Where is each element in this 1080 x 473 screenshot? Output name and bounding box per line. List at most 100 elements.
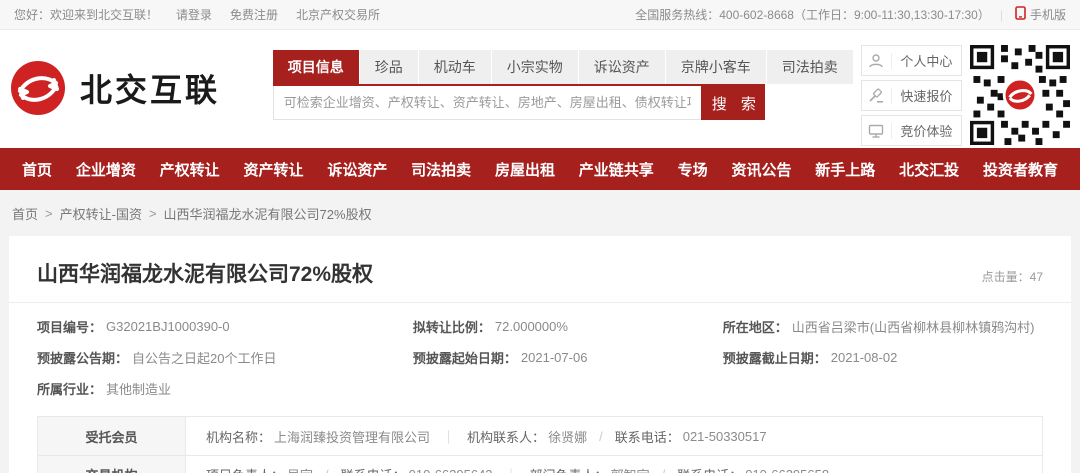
field-industry: 所属行业： 其他制造业 <box>37 373 413 404</box>
bidding-demo-label: 竞价体验 <box>892 121 961 140</box>
cell-value: 徐贤娜 <box>548 427 587 446</box>
table-row-trading-institution: 交易机构 项目负责人： 吴宇 / 联系电话： 010-66295643 ｜ 部门… <box>38 455 1042 473</box>
cell-value: 010-66295643 <box>409 467 493 473</box>
tab-vehicles[interactable]: 机动车 <box>418 50 491 84</box>
breadcrumb-separator: > <box>149 206 157 221</box>
nav-equity-transfer[interactable]: 产权转让 <box>160 159 220 180</box>
field-value: 其他制造业 <box>106 379 171 398</box>
view-count-label: 点击量： <box>982 270 1030 284</box>
logo-icon <box>10 60 66 116</box>
tab-litigation-assets[interactable]: 诉讼资产 <box>578 50 665 84</box>
field-value: 自公告之日起20个工作日 <box>132 348 276 367</box>
tab-treasures[interactable]: 珍品 <box>359 50 418 84</box>
cell-separator: / <box>325 467 329 473</box>
monitor-icon <box>862 123 892 139</box>
cell-label: 机构联系人： <box>467 427 545 446</box>
cell-label: 联系电话： <box>341 465 406 473</box>
hotline-number: 400-602-8668 <box>719 8 794 22</box>
field-label: 所在地区： <box>723 317 788 336</box>
row-header: 交易机构 <box>38 456 186 473</box>
personal-center-label: 个人中心 <box>892 51 961 70</box>
field-label: 预披露截止日期： <box>723 348 827 367</box>
nav-announcements[interactable]: 资讯公告 <box>731 159 791 180</box>
tab-judicial-auction[interactable]: 司法拍卖 <box>766 50 853 84</box>
breadcrumb-category[interactable]: 产权转让-国资 <box>60 204 142 223</box>
work-hours: （工作日：9:00-11:30,13:30-17:30） <box>794 6 990 23</box>
personal-center-button[interactable]: 个人中心 <box>861 45 962 76</box>
field-start-date: 预披露起始日期： 2021-07-06 <box>413 342 723 373</box>
breadcrumb-home[interactable]: 首页 <box>12 204 38 223</box>
cell-value: 010-66295658 <box>745 467 829 473</box>
search-tab-strip: 项目信息 珍品 机动车 小宗实物 诉讼资产 京牌小客车 司法拍卖 <box>273 50 765 86</box>
exchange-link[interactable]: 北京产权交易所 <box>296 6 380 23</box>
project-fields: 项目编号： G32021BJ1000390-0 拟转让比例： 72.000000… <box>9 303 1071 410</box>
nav-house-rental[interactable]: 房屋出租 <box>495 159 555 180</box>
cell-separator: / <box>662 467 666 473</box>
login-link[interactable]: 请登录 <box>176 6 212 23</box>
project-detail-card: 山西华润福龙水泥有限公司72%股权 点击量：47 项目编号： G32021BJ1… <box>9 236 1071 473</box>
cell-label: 联系电话： <box>615 427 680 446</box>
page-title: 山西华润福龙水泥有限公司72%股权 <box>37 258 373 288</box>
cell-value: 吴宇 <box>287 465 313 473</box>
cell-value: 021-50330517 <box>683 429 767 444</box>
nav-beginner-guide[interactable]: 新手上路 <box>815 159 875 180</box>
gavel-icon <box>862 88 892 104</box>
field-value: 2021-08-02 <box>831 350 898 365</box>
nav-special-sessions[interactable]: 专场 <box>678 159 708 180</box>
field-label: 所属行业： <box>37 379 102 398</box>
main-nav: 首页 企业增资 产权转让 资产转让 诉讼资产 司法拍卖 房屋出租 产业链共享 专… <box>0 148 1080 190</box>
field-label: 预披露起始日期： <box>413 348 517 367</box>
cell-separator: / <box>599 429 603 444</box>
field-location: 所在地区： 山西省吕梁市(山西省柳林县柳林镇鸦沟村) <box>723 311 1053 342</box>
search-input[interactable] <box>273 86 701 120</box>
field-value: 山西省吕梁市(山西省柳林县柳林镇鸦沟村) <box>792 317 1035 336</box>
breadcrumb-separator: > <box>45 206 53 221</box>
field-value: 2021-07-06 <box>521 350 588 365</box>
breadcrumb: 首页 > 产权转让-国资 > 山西华润福龙水泥有限公司72%股权 <box>0 190 1080 236</box>
nav-bjhl-invest[interactable]: 北交汇投 <box>899 159 959 180</box>
field-announcement-period: 预披露公告期： 自公告之日起20个工作日 <box>37 342 413 373</box>
quick-quote-button[interactable]: 快速报价 <box>861 80 962 111</box>
nav-litigation-assets[interactable]: 诉讼资产 <box>327 159 387 180</box>
divider: | <box>1000 8 1003 22</box>
field-label: 预披露公告期： <box>37 348 128 367</box>
cell-label: 项目负责人： <box>206 465 284 473</box>
qr-code <box>970 45 1070 145</box>
search-button[interactable]: 搜 索 <box>701 86 765 120</box>
brand-name: 北交互联 <box>80 65 220 111</box>
brand-logo[interactable]: 北交互联 <box>10 42 273 116</box>
cell-value: 郭智宇 <box>611 465 650 473</box>
row-header: 受托会员 <box>38 417 186 455</box>
nav-judicial-auction[interactable]: 司法拍卖 <box>411 159 471 180</box>
cell-label: 联系电话： <box>677 465 742 473</box>
nav-investor-education[interactable]: 投资者教育 <box>983 159 1058 180</box>
tab-beijing-plate-cars[interactable]: 京牌小客车 <box>665 50 766 84</box>
register-link[interactable]: 免费注册 <box>230 6 278 23</box>
contact-table: 受托会员 机构名称： 上海润臻投资管理有限公司 ｜ 机构联系人： 徐贤娜 / 联… <box>37 416 1043 473</box>
mobile-phone-icon <box>1015 6 1026 23</box>
field-value: 72.000000% <box>495 319 568 334</box>
site-header: 北交互联 项目信息 珍品 机动车 小宗实物 诉讼资产 京牌小客车 司法拍卖 搜 … <box>0 30 1080 148</box>
field-project-number: 项目编号： G32021BJ1000390-0 <box>37 311 413 342</box>
user-icon <box>862 53 892 69</box>
breadcrumb-current: 山西华润福龙水泥有限公司72%股权 <box>164 204 372 223</box>
nav-industry-chain[interactable]: 产业链共享 <box>579 159 654 180</box>
cell-label: 机构名称： <box>206 427 271 446</box>
field-label: 项目编号： <box>37 317 102 336</box>
quick-links: 个人中心 快速报价 竞价体验 <box>861 45 962 150</box>
field-end-date: 预披露截止日期： 2021-08-02 <box>723 342 1053 373</box>
field-value: G32021BJ1000390-0 <box>106 319 230 334</box>
tab-project-info[interactable]: 项目信息 <box>273 50 359 84</box>
nav-asset-transfer[interactable]: 资产转让 <box>243 159 303 180</box>
quick-quote-label: 快速报价 <box>892 86 961 105</box>
tab-small-goods[interactable]: 小宗实物 <box>491 50 578 84</box>
field-label: 拟转让比例： <box>413 317 491 336</box>
bidding-demo-button[interactable]: 竞价体验 <box>861 115 962 146</box>
nav-home[interactable]: 首页 <box>22 159 52 180</box>
cell-label: 部门负责人： <box>530 465 608 473</box>
field-transfer-ratio: 拟转让比例： 72.000000% <box>413 311 723 342</box>
nav-capital-increase[interactable]: 企业增资 <box>76 159 136 180</box>
mobile-version-link[interactable]: 手机版 <box>1030 6 1066 23</box>
view-count: 点击量：47 <box>982 268 1043 288</box>
table-row-entrusted-member: 受托会员 机构名称： 上海润臻投资管理有限公司 ｜ 机构联系人： 徐贤娜 / 联… <box>38 417 1042 455</box>
